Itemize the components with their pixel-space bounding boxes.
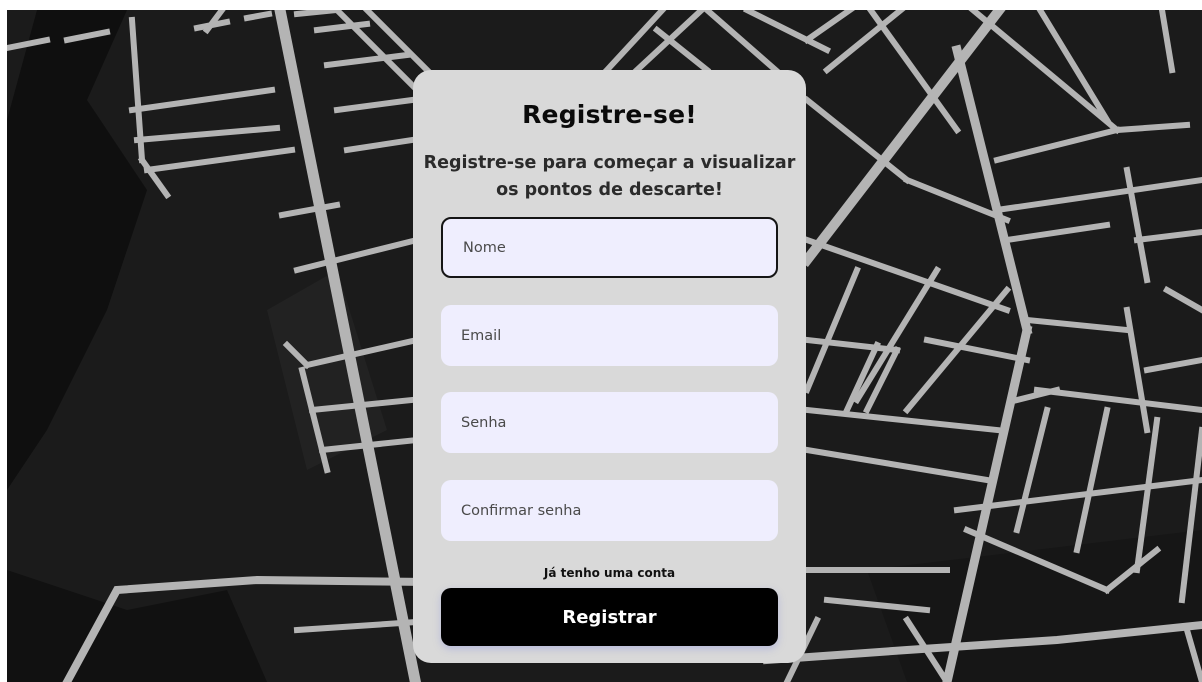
confirm-password-input[interactable] (441, 480, 778, 541)
email-input[interactable] (441, 305, 778, 366)
register-button[interactable]: Registrar (441, 588, 778, 646)
name-input[interactable] (441, 217, 778, 278)
form-title: Registre-se! (522, 100, 697, 129)
register-card: Registre-se! Registre-se para começar a … (413, 70, 806, 663)
password-input[interactable] (441, 392, 778, 453)
form-subtitle: Registre-se para começar a visualizar os… (423, 153, 796, 200)
login-link[interactable]: Já tenho uma conta (413, 566, 806, 580)
